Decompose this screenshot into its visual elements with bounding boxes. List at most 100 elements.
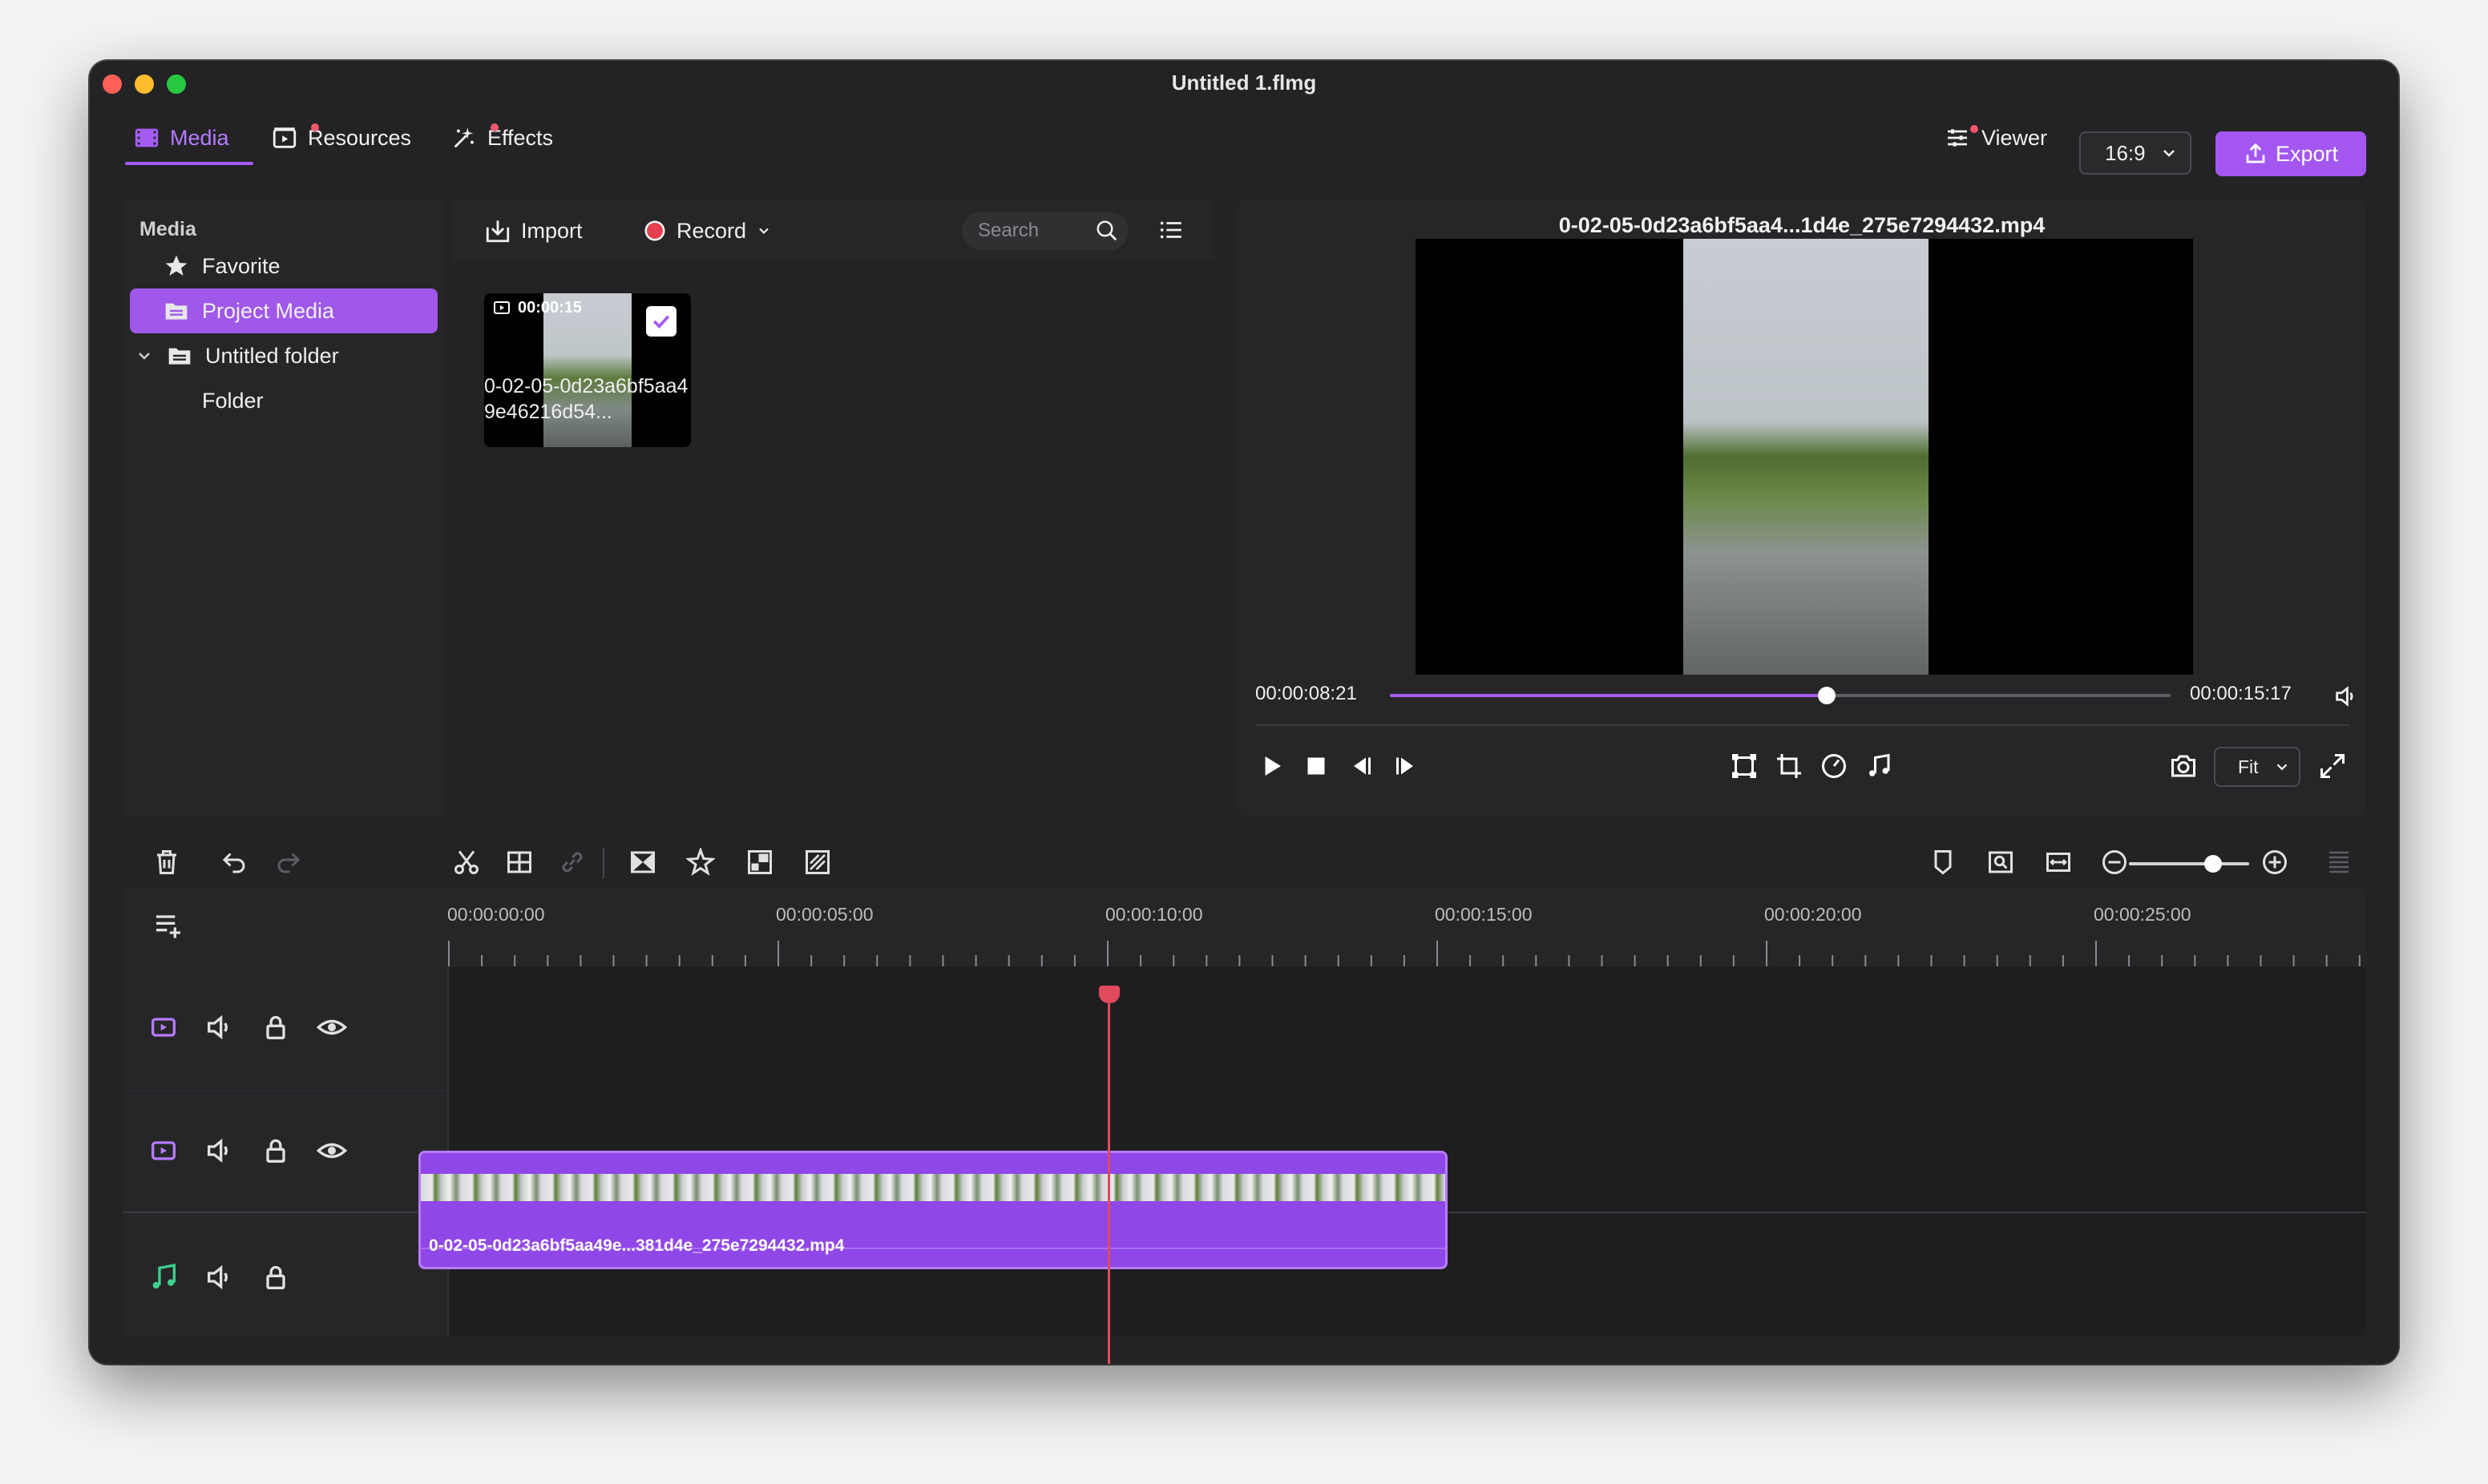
import-button[interactable]: Import xyxy=(484,215,583,247)
mask-icon xyxy=(806,850,830,874)
transition-button[interactable] xyxy=(627,846,659,878)
viewer-notification-dot xyxy=(1970,125,1978,133)
fit-timeline-button[interactable] xyxy=(2042,846,2074,878)
play-button[interactable] xyxy=(1255,750,1287,782)
video-preview[interactable] xyxy=(1416,239,2193,675)
eye-icon[interactable] xyxy=(316,1135,348,1167)
viewer-button[interactable]: Viewer xyxy=(1945,120,2047,155)
ruler-label: 00:00:00:00 xyxy=(447,904,545,925)
redo-button[interactable] xyxy=(273,846,305,878)
timeline-zoom-slider[interactable] xyxy=(2129,855,2249,873)
media-tree-header: Media xyxy=(139,218,196,240)
playback-scrubber[interactable] xyxy=(1390,687,2171,704)
search-icon[interactable] xyxy=(1095,219,1119,243)
edit-toolbar xyxy=(90,830,2398,894)
checkmark-icon xyxy=(652,315,670,329)
list-view-icon[interactable] xyxy=(1157,216,1185,244)
speed-button[interactable] xyxy=(1818,750,1850,782)
chevron-down-icon xyxy=(2276,764,2288,771)
media-tree-panel: Media Favorite Project Media Untitled fo… xyxy=(123,199,444,816)
record-button[interactable]: Record xyxy=(643,215,772,247)
thumbnail-checkbox[interactable] xyxy=(646,306,677,337)
tree-item-folder[interactable]: Folder xyxy=(130,378,438,423)
tree-item-favorite[interactable]: Favorite xyxy=(130,244,438,288)
delete-button[interactable] xyxy=(151,846,183,878)
chevron-down-icon[interactable] xyxy=(135,346,154,365)
timeline-settings-button[interactable] xyxy=(2323,846,2355,878)
split-button[interactable] xyxy=(450,846,483,878)
video-track-icon xyxy=(151,1141,176,1160)
film-icon xyxy=(135,128,159,147)
volume-icon[interactable] xyxy=(2332,683,2360,710)
eye-icon[interactable] xyxy=(316,1011,348,1043)
video-track-1[interactable] xyxy=(447,966,2366,1090)
fit-label: Fit xyxy=(2238,756,2259,777)
snapshot-button[interactable] xyxy=(2167,750,2199,782)
tree-item-untitled-folder[interactable]: Untitled folder xyxy=(130,333,438,378)
effect-button[interactable] xyxy=(685,846,717,878)
app-window: Untitled 1.flmg Media Resources Effects … xyxy=(90,61,2398,1364)
fullscreen-button[interactable] xyxy=(2316,750,2349,782)
play-icon xyxy=(1265,756,1281,776)
speed-gauge-icon xyxy=(1822,754,1846,778)
total-time: 00:00:15:17 xyxy=(2190,683,2292,704)
crop-button[interactable] xyxy=(1773,750,1805,782)
zoom-fit-select[interactable]: Fit xyxy=(2214,747,2300,787)
speaker-icon[interactable] xyxy=(204,1011,236,1043)
resources-notification-dot xyxy=(311,123,319,131)
zoom-in-button[interactable] xyxy=(2259,846,2291,878)
speaker-icon[interactable] xyxy=(204,1261,236,1293)
playhead-line[interactable] xyxy=(1108,987,1110,1364)
ruler-label: 00:00:15:00 xyxy=(1435,904,1533,925)
timeline-zoom-handle[interactable] xyxy=(2204,855,2222,873)
zoom-to-selection-button[interactable] xyxy=(1985,846,2017,878)
tab-media-label: Media xyxy=(170,125,229,150)
link-icon xyxy=(562,852,583,873)
preview-panel: 0-02-05-0d23a6bf5aa4...1d4e_275e7294432.… xyxy=(1238,199,2366,816)
record-label: Record xyxy=(677,218,747,243)
link-button[interactable] xyxy=(556,846,588,878)
thumbnail-filename: 0-02-05-0d23a6bf5aa49e46216d54... xyxy=(484,375,689,423)
stop-button[interactable] xyxy=(1300,750,1332,782)
audio-button[interactable] xyxy=(1863,750,1895,782)
zoom-out-button[interactable] xyxy=(2098,846,2131,878)
aspect-ratio-select[interactable]: 16:9 xyxy=(2079,131,2191,175)
timeline-ruler[interactable]: 00:00:00:00 00:00:05:00 00:00:10:00 00:0… xyxy=(123,888,2366,966)
playhead-handle[interactable] xyxy=(1099,986,1120,1003)
add-track-icon[interactable] xyxy=(152,909,184,941)
tab-effects[interactable]: Effects xyxy=(450,120,553,155)
export-button[interactable]: Export xyxy=(2215,131,2366,176)
import-label: Import xyxy=(521,218,583,243)
zoom-out-icon xyxy=(2102,850,2127,874)
scrubber-handle[interactable] xyxy=(1818,687,1836,704)
marker-button[interactable] xyxy=(1927,846,1959,878)
tab-media[interactable]: Media xyxy=(133,120,229,155)
lock-icon[interactable] xyxy=(260,1135,292,1167)
preview-divider xyxy=(1255,724,2350,726)
media-browser-toolbar: Import Record xyxy=(452,199,1214,261)
record-icon xyxy=(644,220,665,241)
mask-button[interactable] xyxy=(802,846,834,878)
video-clip-icon xyxy=(494,301,510,314)
search-input[interactable] xyxy=(976,219,1092,243)
effects-notification-dot xyxy=(491,123,499,131)
lock-icon[interactable] xyxy=(260,1261,292,1293)
timeline-clip[interactable]: 0-02-05-0d23a6bf5aa49e...381d4e_275e7294… xyxy=(418,1151,1448,1269)
import-icon xyxy=(486,220,510,243)
top-tab-bar: Media Resources Effects Viewer xyxy=(90,106,2398,170)
timeline-panel: 00:00:00:00 00:00:05:00 00:00:10:00 00:0… xyxy=(123,888,2366,1337)
lock-icon[interactable] xyxy=(260,1011,292,1043)
ruler-label: 00:00:20:00 xyxy=(1764,904,1862,925)
tree-item-project-media-label: Project Media xyxy=(202,298,335,323)
tab-resources[interactable]: Resources xyxy=(271,120,411,155)
speaker-icon[interactable] xyxy=(204,1135,236,1167)
pip-button[interactable] xyxy=(744,846,776,878)
tree-item-project-media[interactable]: Project Media xyxy=(130,288,438,333)
next-frame-button[interactable] xyxy=(1390,750,1422,782)
previous-frame-button[interactable] xyxy=(1345,750,1377,782)
undo-button[interactable] xyxy=(218,846,250,878)
transform-button[interactable] xyxy=(1728,750,1760,782)
columns-icon xyxy=(2329,851,2349,873)
group-button[interactable] xyxy=(503,846,535,878)
camera-icon xyxy=(2171,755,2195,777)
